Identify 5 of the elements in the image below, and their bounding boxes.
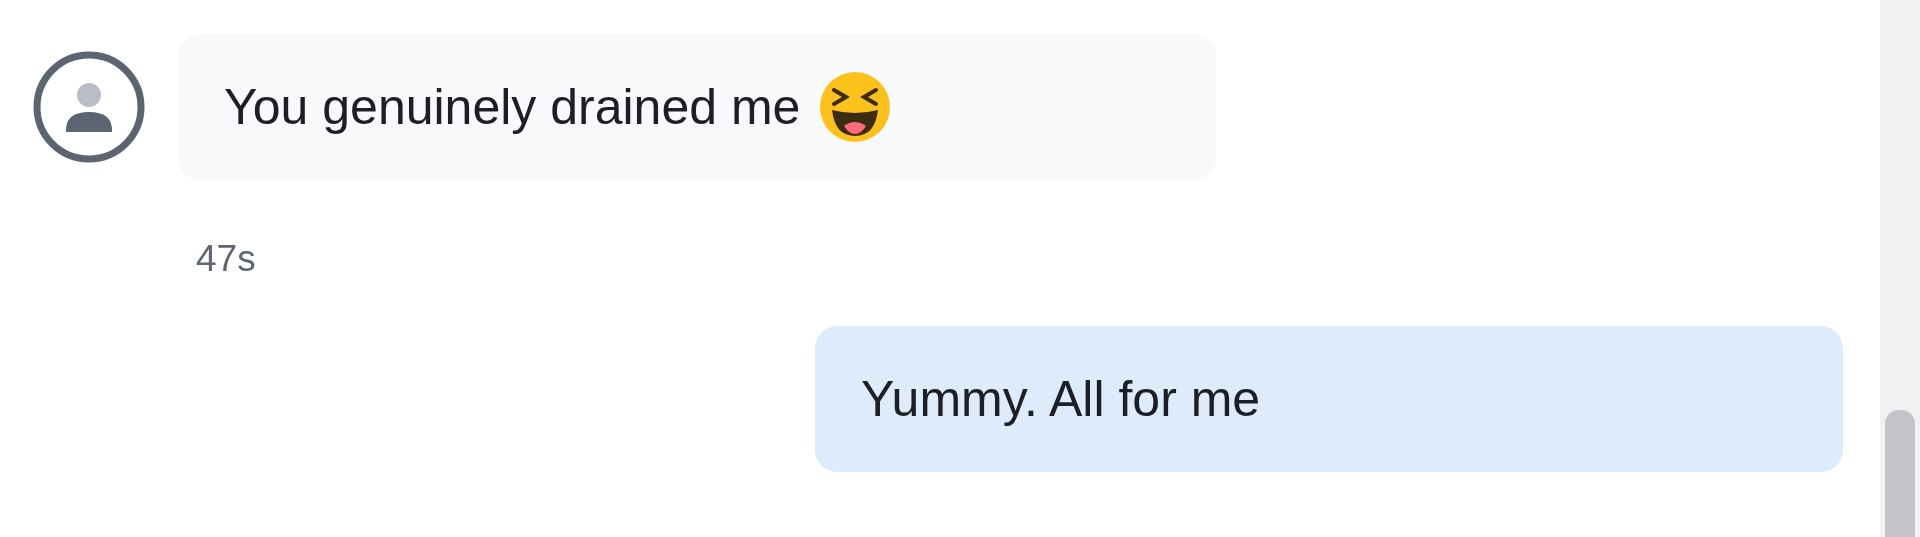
message-time: 47s bbox=[196, 238, 256, 280]
avatar-icon bbox=[32, 50, 146, 164]
message-text: Yummy. All for me bbox=[861, 370, 1261, 428]
scrollbar-thumb[interactable] bbox=[1885, 410, 1915, 537]
message-text: You genuinely drained me bbox=[224, 78, 801, 136]
